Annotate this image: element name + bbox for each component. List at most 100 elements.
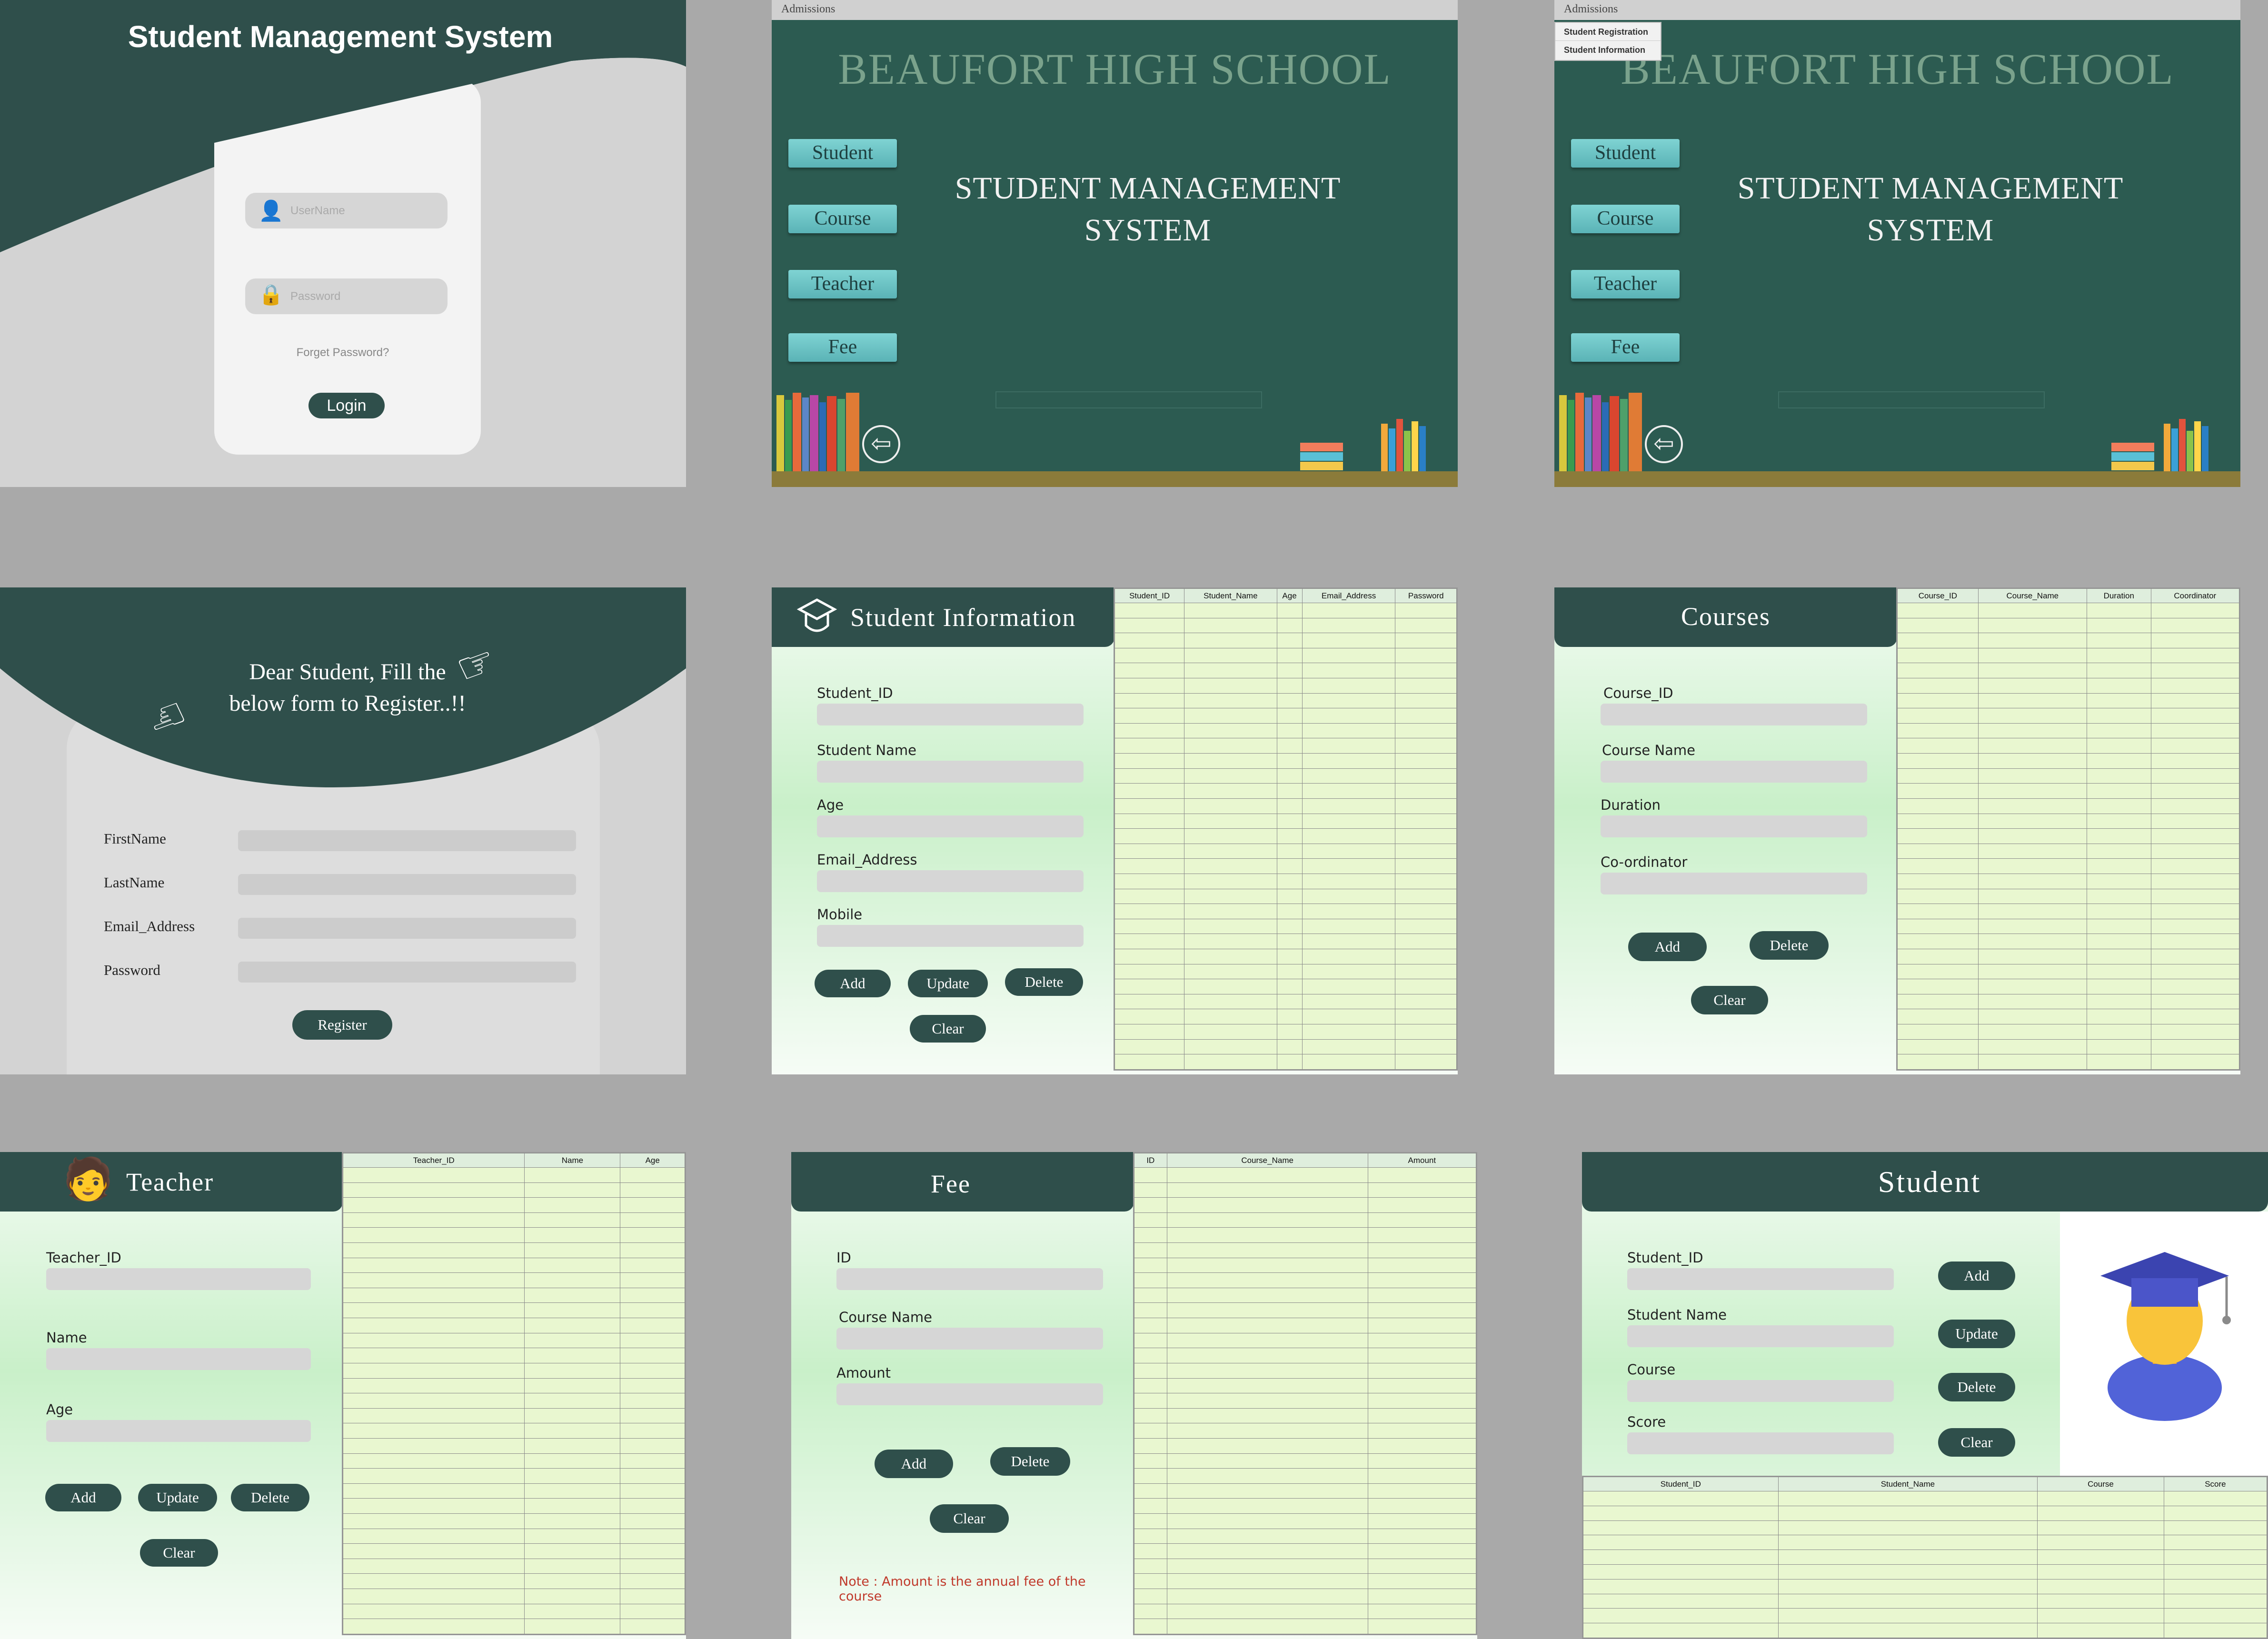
table-cell[interactable]: [1978, 979, 2087, 994]
table-cell[interactable]: [2150, 1039, 2240, 1055]
add-button[interactable]: Add: [875, 1450, 953, 1478]
course-id-input[interactable]: [1601, 704, 1867, 725]
course-name-input[interactable]: [1601, 761, 1867, 783]
table-cell[interactable]: [1395, 647, 1457, 664]
column-header[interactable]: Student_ID: [1114, 588, 1185, 603]
table-cell[interactable]: [524, 1167, 621, 1183]
table-row[interactable]: [342, 1603, 685, 1619]
table-cell[interactable]: [524, 1498, 621, 1514]
table-row[interactable]: [1134, 1242, 1477, 1258]
table-cell[interactable]: [620, 1257, 685, 1273]
table-cell[interactable]: [2086, 828, 2151, 844]
table-row[interactable]: [342, 1558, 685, 1574]
table-cell[interactable]: [2163, 1505, 2268, 1521]
table-cell[interactable]: [1367, 1513, 1477, 1529]
table-cell[interactable]: [342, 1528, 525, 1544]
table-cell[interactable]: [1166, 1498, 1368, 1514]
table-cell[interactable]: [1302, 647, 1396, 664]
table-row[interactable]: [342, 1182, 685, 1198]
table-cell[interactable]: [1978, 693, 2087, 709]
table-cell[interactable]: [1166, 1302, 1368, 1319]
table-row[interactable]: [1897, 738, 2240, 754]
table-row[interactable]: [1114, 693, 1457, 709]
table-cell[interactable]: [1166, 1558, 1368, 1574]
student-button[interactable]: Student: [1571, 139, 1680, 168]
table-cell[interactable]: [2086, 1009, 2151, 1025]
table-cell[interactable]: [342, 1318, 525, 1333]
table-cell[interactable]: [1302, 918, 1396, 934]
table-cell[interactable]: [524, 1468, 621, 1484]
table-cell[interactable]: [1367, 1558, 1477, 1574]
table-row[interactable]: [1134, 1513, 1477, 1529]
table-cell[interactable]: [1166, 1362, 1368, 1379]
table-cell[interactable]: [1978, 964, 2087, 980]
table-cell[interactable]: [2150, 753, 2240, 769]
table-cell[interactable]: [524, 1302, 621, 1319]
column-header[interactable]: Duration: [2086, 588, 2151, 603]
table-cell[interactable]: [1897, 934, 1979, 950]
table-cell[interactable]: [524, 1573, 621, 1589]
table-cell[interactable]: [1166, 1423, 1368, 1439]
table-cell[interactable]: [2086, 1054, 2151, 1070]
table-cell[interactable]: [2163, 1491, 2268, 1506]
table-cell[interactable]: [342, 1287, 525, 1303]
table-cell[interactable]: [2150, 738, 2240, 754]
table-row[interactable]: [1897, 723, 2240, 739]
table-row[interactable]: [1134, 1423, 1477, 1439]
table-cell[interactable]: [1276, 918, 1303, 934]
table-cell[interactable]: [1395, 934, 1457, 950]
table-cell[interactable]: [1134, 1272, 1167, 1288]
table-row[interactable]: [1114, 798, 1457, 814]
table-cell[interactable]: [620, 1408, 685, 1424]
table-cell[interactable]: [1276, 647, 1303, 664]
table-cell[interactable]: [1114, 678, 1185, 694]
table-row[interactable]: [1134, 1348, 1477, 1363]
table-cell[interactable]: [1978, 934, 2087, 950]
course-name-input[interactable]: [836, 1328, 1103, 1350]
table-row[interactable]: [1897, 1054, 2240, 1070]
table-cell[interactable]: [342, 1573, 525, 1589]
table-cell[interactable]: [1778, 1564, 2038, 1579]
table-cell[interactable]: [524, 1212, 621, 1228]
table-cell[interactable]: [1276, 663, 1303, 679]
table-cell[interactable]: [1166, 1528, 1368, 1544]
table-cell[interactable]: [1134, 1182, 1167, 1198]
table-cell[interactable]: [1897, 1024, 1979, 1040]
table-cell[interactable]: [1367, 1287, 1477, 1303]
table-row[interactable]: [1897, 1039, 2240, 1055]
table-cell[interactable]: [1276, 1039, 1303, 1055]
table-cell[interactable]: [524, 1589, 621, 1604]
table-cell[interactable]: [1302, 1054, 1396, 1070]
table-cell[interactable]: [2086, 693, 2151, 709]
table-row[interactable]: [342, 1378, 685, 1394]
table-row[interactable]: [1114, 1009, 1457, 1025]
table-cell[interactable]: [2037, 1623, 2164, 1638]
table-row[interactable]: [1114, 888, 1457, 904]
table-cell[interactable]: [620, 1468, 685, 1484]
table-cell[interactable]: [1184, 993, 1277, 1010]
table-cell[interactable]: [1184, 633, 1277, 648]
table-cell[interactable]: [1114, 603, 1185, 618]
table-cell[interactable]: [2163, 1608, 2268, 1624]
table-row[interactable]: [1897, 1024, 2240, 1040]
table-cell[interactable]: [342, 1423, 525, 1439]
table-row[interactable]: [1897, 693, 2240, 709]
table-row[interactable]: [1897, 979, 2240, 994]
table-cell[interactable]: [2150, 934, 2240, 950]
table-cell[interactable]: [1395, 888, 1457, 904]
clear-button[interactable]: Clear: [1938, 1428, 2015, 1457]
table-cell[interactable]: [1978, 768, 2087, 784]
table-row[interactable]: [1134, 1287, 1477, 1303]
table-cell[interactable]: [1583, 1593, 1779, 1609]
table-cell[interactable]: [620, 1558, 685, 1574]
menu-item-student-registration[interactable]: Student Registration: [1555, 23, 1661, 41]
age-input[interactable]: [46, 1420, 311, 1442]
score-input[interactable]: [1627, 1432, 1894, 1454]
table-cell[interactable]: [2150, 693, 2240, 709]
table-cell[interactable]: [524, 1558, 621, 1574]
table-cell[interactable]: [1276, 934, 1303, 950]
table-row[interactable]: [342, 1348, 685, 1363]
table-cell[interactable]: [524, 1528, 621, 1544]
table-cell[interactable]: [1276, 949, 1303, 964]
table-cell[interactable]: [1302, 738, 1396, 754]
